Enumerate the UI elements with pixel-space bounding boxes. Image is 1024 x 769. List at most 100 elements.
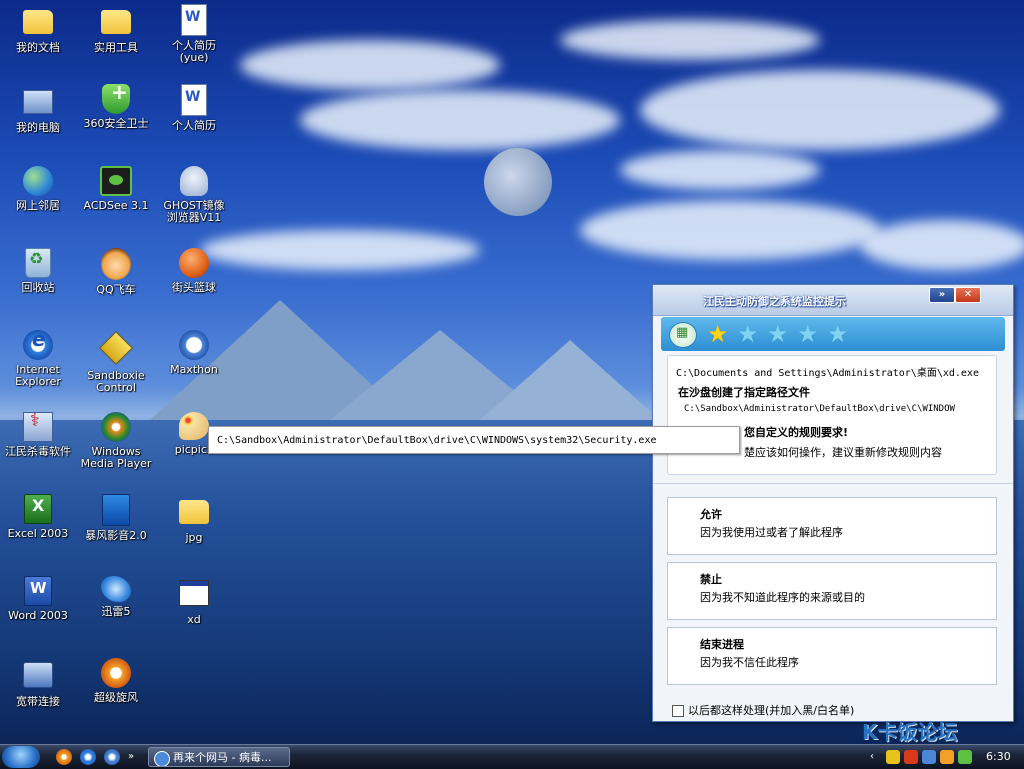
quicklaunch-ie-icon[interactable]	[80, 749, 96, 765]
excel-icon	[24, 494, 52, 524]
desktop-icon-label: 我的电脑	[16, 121, 60, 134]
start-button[interactable]	[2, 746, 40, 768]
system-monitor-alert-window: 江民主动防御之系统监控提示 » ✕ ★ ★ ★ ★ ★ C:\Documents…	[652, 284, 1014, 722]
desktop-icon-media-player[interactable]: Windows Media Player	[80, 412, 152, 470]
option-title: 允许	[700, 508, 722, 521]
desktop-icon-maxthon[interactable]: Maxthon	[158, 330, 230, 376]
quicklaunch-tornado-icon[interactable]	[56, 749, 72, 765]
recycle-bin-icon	[25, 248, 51, 278]
collapse-button[interactable]: »	[929, 287, 955, 303]
cloud	[640, 70, 1000, 150]
window-titlebar[interactable]: 江民主动防御之系统监控提示 » ✕	[653, 285, 1013, 316]
desktop-icon-ghost-browser[interactable]: GHOST镜像浏览器V11	[158, 166, 230, 224]
desktop-icon-label: 江民杀毒软件	[5, 445, 71, 458]
360-shield-icon	[102, 84, 130, 114]
desktop-icon-label: ACDSee 3.1	[83, 199, 149, 212]
desktop-icon-label: Word 2003	[8, 609, 68, 622]
desktop-icon-broadband[interactable]: 宽带连接	[2, 658, 74, 708]
option-title: 结束进程	[700, 638, 744, 651]
option-title: 禁止	[700, 573, 722, 586]
basketball-icon	[179, 248, 209, 278]
desktop-icon-label: 个人简历	[172, 119, 216, 132]
end-process-option[interactable]: 结束进程 因为我不信任此程序	[667, 627, 997, 685]
remember-choice-checkbox[interactable]: 以后都这样处理(并加入黑/白名单)	[672, 702, 854, 718]
desktop-icon-label: Maxthon	[170, 363, 218, 376]
star-empty-icon: ★	[827, 320, 849, 348]
desktop-icon-baofeng[interactable]: 暴风影音2.0	[80, 494, 152, 542]
close-button[interactable]: ✕	[955, 287, 981, 303]
hint-line: 楚应该如何操作，建议重新修改规则内容	[744, 446, 942, 459]
divider	[653, 483, 1013, 484]
desktop-icon-label: 宽带连接	[16, 695, 60, 708]
computer-icon	[23, 90, 53, 114]
desktop-icon-label: Internet Explorer	[15, 363, 61, 388]
taskbar-window-label: 再来个网马 - 病毒...	[173, 751, 272, 764]
forum-watermark-logo: K卡饭论坛	[862, 720, 958, 744]
cloud	[620, 150, 820, 190]
cloud	[860, 220, 1024, 270]
block-option[interactable]: 禁止 因为我不知道此程序的来源或目的	[667, 562, 997, 620]
desktop-icon-excel[interactable]: Excel 2003	[2, 494, 74, 540]
desktop-icon-resume-yue[interactable]: 个人简历(yue)	[158, 4, 230, 64]
cloud	[200, 230, 480, 270]
desktop-icon-utilities[interactable]: 实用工具	[80, 4, 152, 54]
target-path: C:\Sandbox\Administrator\DefaultBox\driv…	[684, 404, 955, 414]
tray-app-icon[interactable]	[940, 750, 954, 764]
quicklaunch-expand-icon[interactable]: »	[128, 749, 136, 765]
desktop-icon-label: 街头篮球	[172, 281, 216, 294]
rule-line: 您自定义的规则要求!	[744, 426, 849, 439]
option-description: 因为我不信任此程序	[700, 656, 799, 669]
taskbar-clock[interactable]: 6:30	[986, 747, 1011, 767]
desktop-icon-tornado[interactable]: 超级旋风	[80, 658, 152, 704]
maxthon-icon	[154, 751, 170, 766]
cloud	[580, 200, 880, 260]
desktop-icon-label: 回收站	[21, 281, 55, 294]
acdsee-eye-icon	[100, 166, 132, 196]
jiangmin-app-icon	[669, 322, 697, 348]
desktop-icon-jpg-folder[interactable]: jpg	[158, 494, 230, 544]
desktop-icon-network-places[interactable]: 网上邻居	[2, 166, 74, 212]
desktop-icon-label: jpg	[185, 531, 203, 544]
baofeng-player-icon	[102, 494, 130, 526]
tray-app-icon[interactable]	[958, 750, 972, 764]
desktop-icon-my-documents[interactable]: 我的文档	[2, 4, 74, 54]
tray-app-icon[interactable]	[886, 750, 900, 764]
desktop-icon-my-computer[interactable]: 我的电脑	[2, 84, 74, 134]
risk-rating-bar: ★ ★ ★ ★ ★	[661, 317, 1005, 351]
desktop-icon-sandboxie[interactable]: Sandboxie Control	[80, 330, 152, 394]
moon	[484, 148, 552, 216]
desktop-icon-xd[interactable]: xd	[158, 576, 230, 626]
desktop-icon-jiangmin[interactable]: 江民杀毒软件	[2, 412, 74, 458]
desktop-icon-label: 网上邻居	[16, 199, 60, 212]
desktop-icon-thunder[interactable]: 迅雷5	[80, 576, 152, 618]
alert-message: 在沙盘创建了指定路径文件	[678, 386, 810, 399]
desktop-icon-label: Sandboxie Control	[87, 369, 145, 394]
desktop-icon-street-basketball[interactable]: 街头篮球	[158, 248, 230, 294]
taskbar-window-button[interactable]: 再来个网马 - 病毒...	[148, 747, 290, 767]
desktop-icon-resume[interactable]: 个人简历	[158, 84, 230, 132]
desktop-icon-label: 个人简历(yue)	[172, 39, 216, 64]
network-places-icon	[23, 166, 53, 196]
sandboxie-icon	[99, 331, 133, 365]
desktop-icon-recycle-bin[interactable]: 回收站	[2, 248, 74, 294]
star-empty-icon: ★	[737, 320, 759, 348]
desktop-icon-360[interactable]: 360安全卫士	[80, 84, 152, 130]
desktop-icon-word[interactable]: Word 2003	[2, 576, 74, 622]
folder-icon	[179, 500, 209, 524]
tray-app-icon[interactable]	[904, 750, 918, 764]
desktop-icon-qq-speed[interactable]: QQ飞车	[80, 248, 152, 296]
desktop-icon-label: 超级旋风	[94, 691, 138, 704]
tray-expand-icon[interactable]: ‹	[870, 750, 878, 764]
quicklaunch-maxthon-icon[interactable]	[104, 749, 120, 765]
desktop-icon-acdsee[interactable]: ACDSee 3.1	[80, 166, 152, 212]
tray-app-icon[interactable]	[922, 750, 936, 764]
broadband-icon	[23, 662, 53, 688]
jiangmin-antivirus-icon	[23, 412, 53, 442]
window-program-icon	[179, 580, 209, 606]
desktop-icon-internet-explorer[interactable]: Internet Explorer	[2, 330, 74, 388]
maxthon-icon	[179, 330, 209, 360]
allow-option[interactable]: 允许 因为我使用过或者了解此程序	[667, 497, 997, 555]
checkbox-label: 以后都这样处理(并加入黑/白名单)	[688, 704, 855, 717]
checkbox-box[interactable]	[672, 705, 684, 717]
qq-speed-icon	[101, 248, 131, 280]
